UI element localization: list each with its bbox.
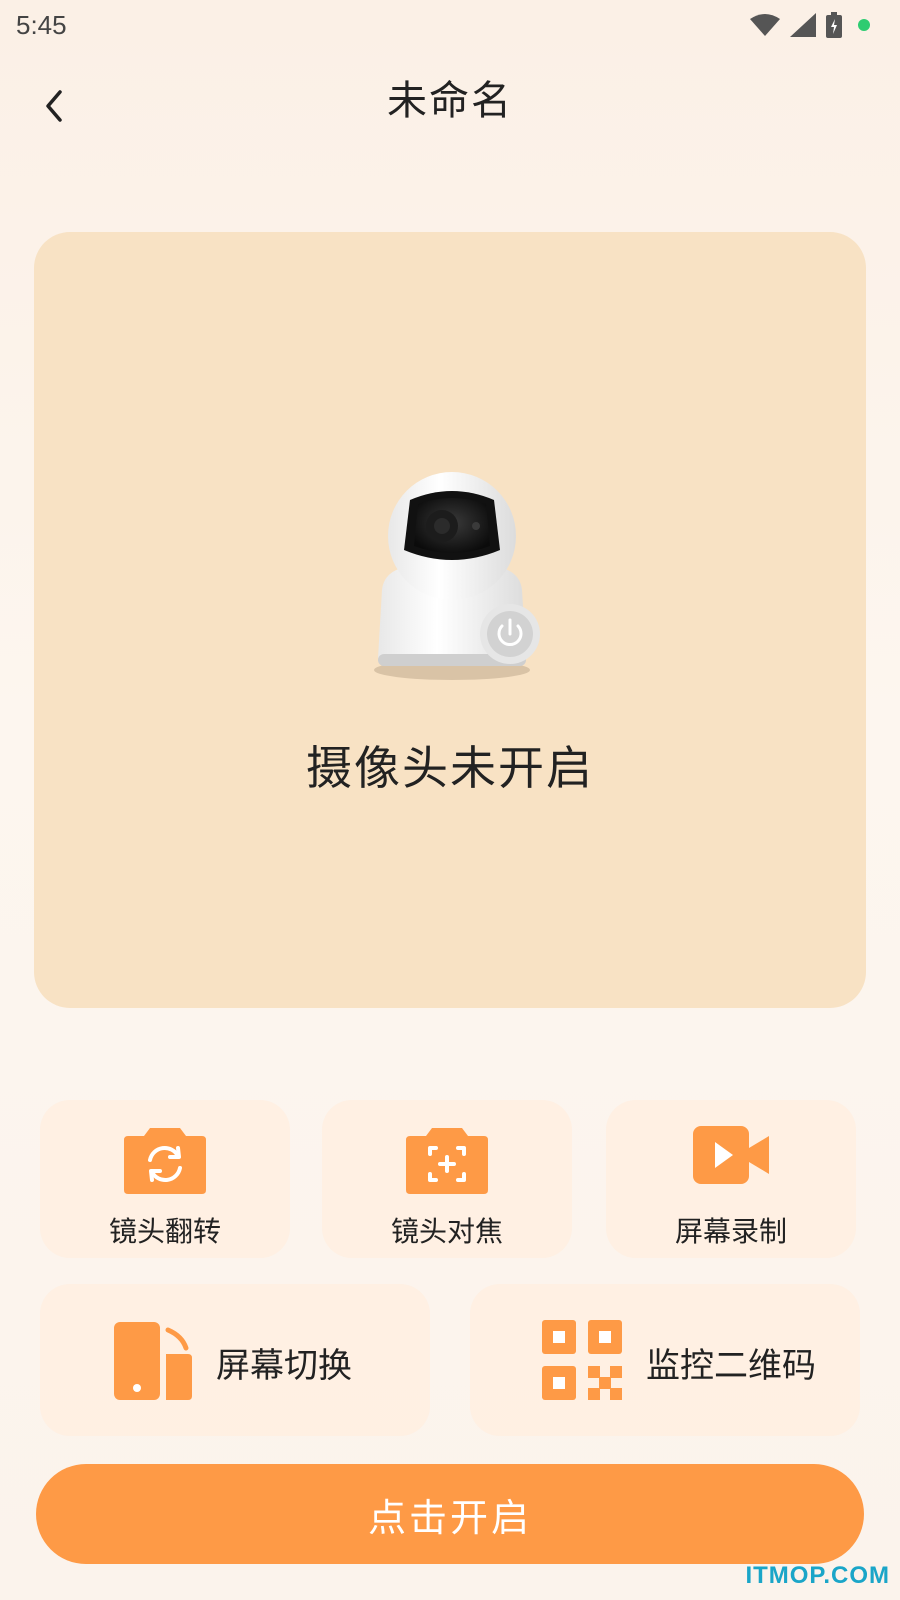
camera-status-text: 摄像头未开启 <box>306 741 594 795</box>
watermark: ITMOP.COM <box>745 1562 890 1589</box>
camera-flip-icon <box>124 1128 206 1194</box>
screen-switch-button[interactable]: 屏幕切换 <box>40 1284 430 1436</box>
signal-icon <box>790 13 816 37</box>
screen-record-button[interactable]: 屏幕录制 <box>606 1100 856 1258</box>
start-camera-button[interactable]: 点击开启 <box>36 1464 864 1564</box>
status-icons <box>750 12 870 38</box>
screen-record-label: 屏幕录制 <box>674 1215 787 1248</box>
wifi-icon <box>750 14 780 36</box>
monitor-qr-code-label: 监控二维码 <box>646 1346 816 1386</box>
qr-code-icon <box>542 1320 622 1400</box>
lens-flip-label: 镜头翻转 <box>108 1215 221 1248</box>
status-bar: 5:45 <box>0 0 900 50</box>
screen-switch-icon <box>114 1322 192 1400</box>
monitor-qr-code-button[interactable]: 监控二维码 <box>470 1284 860 1436</box>
security-camera-illustration <box>374 472 540 680</box>
start-camera-button-label: 点击开启 <box>367 1497 532 1540</box>
page-title: 未命名 <box>387 78 513 124</box>
lens-focus-button[interactable]: 镜头对焦 <box>322 1100 572 1258</box>
app-header: 未命名 <box>0 60 900 150</box>
camera-preview-panel: 摄像头未开启 <box>34 232 866 1008</box>
lens-flip-button[interactable]: 镜头翻转 <box>40 1100 290 1258</box>
privacy-indicator-dot <box>858 19 870 31</box>
battery-icon <box>826 12 842 38</box>
status-time: 5:45 <box>16 10 67 40</box>
screen-switch-label: 屏幕切换 <box>216 1346 352 1386</box>
video-record-icon <box>693 1126 769 1184</box>
lens-focus-label: 镜头对焦 <box>390 1215 503 1248</box>
camera-focus-icon <box>406 1128 488 1194</box>
